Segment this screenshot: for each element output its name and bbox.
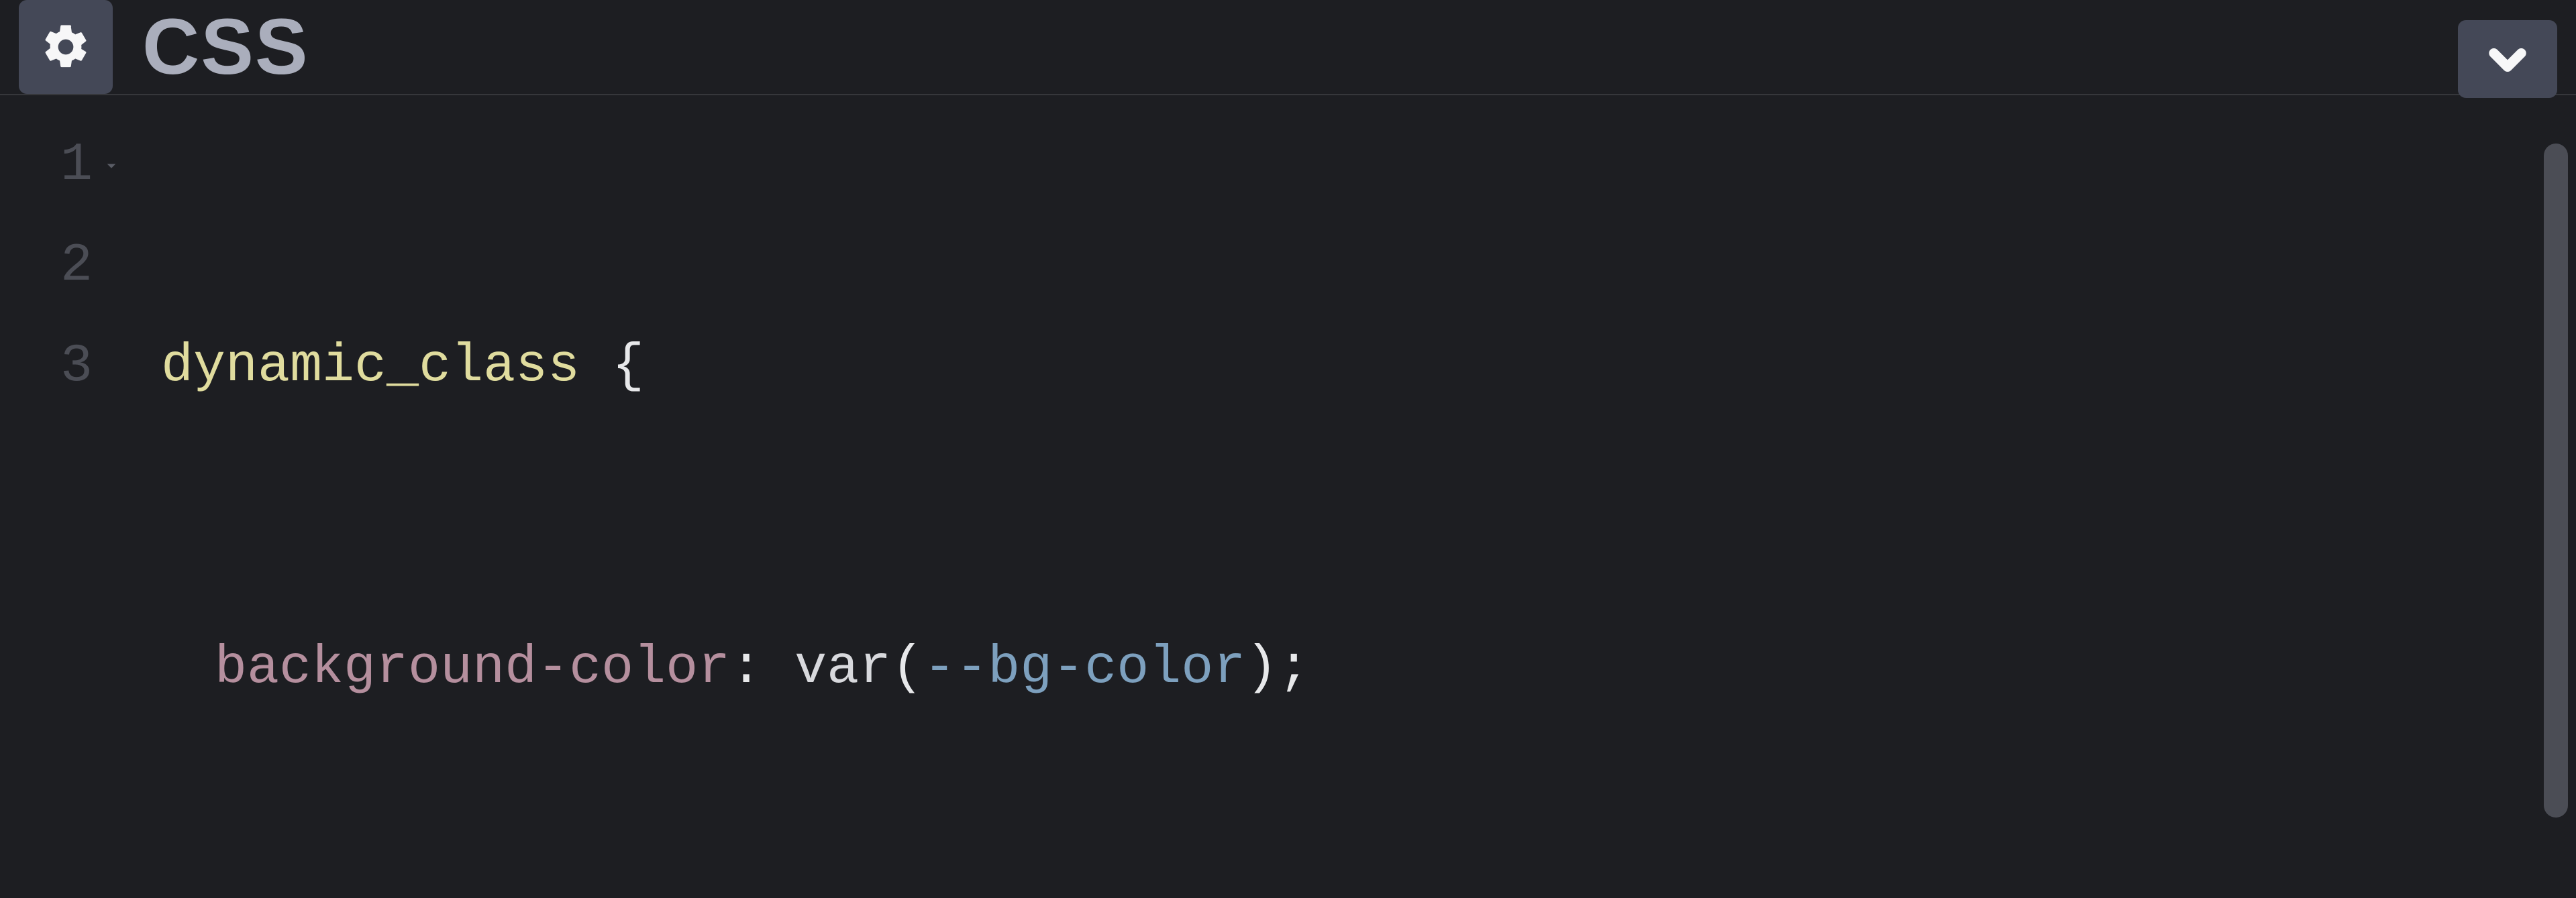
line-number-value: 1 [60,115,93,216]
scrollbar-track [2544,144,2568,818]
editor-body[interactable]: 1 2 3 dynamic_class { background-color: [0,95,2576,898]
fold-toggle[interactable] [101,155,122,176]
scrollbar-thumb[interactable] [2544,144,2568,818]
code-line: background-color: var(--bg-color); [161,618,2576,719]
line-number-gutter: 1 2 3 [0,115,134,898]
token-property: background-color [215,618,730,719]
line-number: 3 [0,317,122,417]
token-function: var [794,618,891,719]
token-space [762,618,794,719]
token-paren-open: ( [891,618,923,719]
line-number: 1 [0,115,122,216]
settings-button[interactable] [19,0,113,94]
line-number-value: 3 [60,317,93,417]
token-colon: : [730,618,762,719]
token-paren-close: ) [1245,618,1278,719]
line-number: 2 [0,216,122,317]
panel-title: CSS [142,7,309,87]
chevron-down-icon [2484,36,2531,82]
token-css-variable: --bg-color [923,618,1245,719]
token-brace-open: { [612,317,644,417]
token-selector: dynamic_class [161,317,580,417]
code-area[interactable]: dynamic_class { background-color: var(--… [134,115,2576,898]
token-semicolon: ; [1278,618,1310,719]
panel-header: CSS [0,0,2576,95]
css-editor-panel: CSS 1 2 3 [0,0,2576,898]
collapse-button[interactable] [2458,20,2557,98]
line-number-value: 2 [60,216,93,317]
code-line: dynamic_class { [161,317,2576,417]
gear-icon [40,21,92,73]
